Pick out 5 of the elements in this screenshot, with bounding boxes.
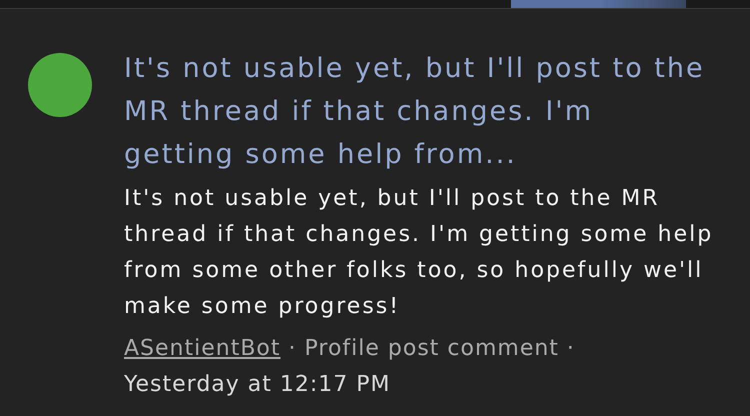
post-type: · Profile post comment · [288,336,575,361]
post-title[interactable]: It's not usable yet, but I'll post to the MR thread if that changes. I'm getting some help from... [124,47,714,176]
author-link[interactable]: ASentientBot [124,336,281,361]
timestamp: Yesterday at 12:17 PM [124,371,392,399]
post-body: It's not usable yet, but I'll post to the MR thread if that changes. I'm getting some help from some other folks too, so hopefully we'll make some progress! [124,185,714,321]
